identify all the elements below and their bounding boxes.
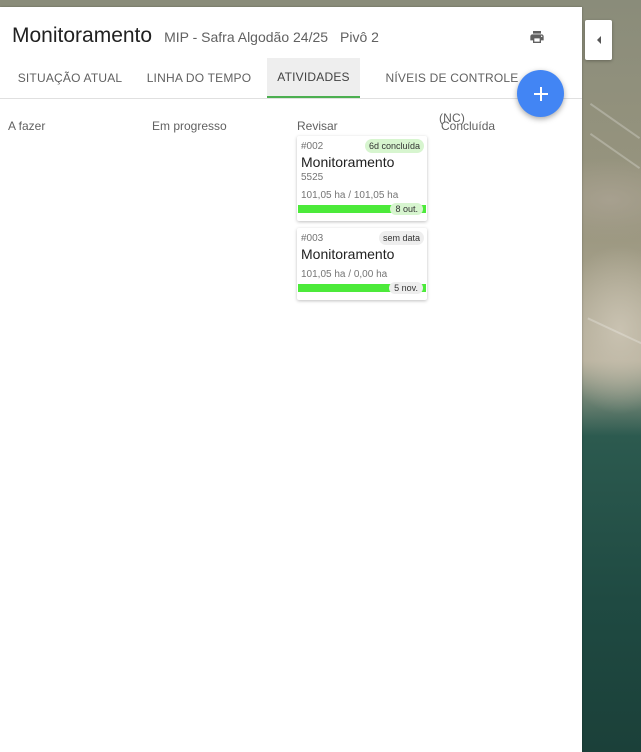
column-header-revisar: Revisar <box>297 119 338 133</box>
activity-card[interactable]: #003 sem data Monitoramento 101,05 ha / … <box>297 228 427 300</box>
pivot-label: Pivô 2 <box>340 29 379 45</box>
tab-situacao-atual[interactable]: SITUAÇÃO ATUAL <box>10 58 130 98</box>
map-field-line <box>589 102 641 140</box>
due-date-badge: 8 out. <box>390 203 423 215</box>
column-header-em-progresso: Em progresso <box>152 119 227 133</box>
tab-linha-do-tempo[interactable]: LINHA DO TEMPO <box>139 58 259 98</box>
tab-niveis-de-controle[interactable]: NÍVEIS DE CONTROLE (NC) <box>372 58 532 125</box>
add-activity-button[interactable] <box>517 70 564 117</box>
activity-area: 101,05 ha / 0,00 ha <box>301 269 388 280</box>
activity-area: 101,05 ha / 101,05 ha <box>301 190 399 201</box>
activity-card[interactable]: #002 6d concluída Monitoramento 5525 101… <box>297 136 427 221</box>
status-badge: sem data <box>378 231 424 245</box>
print-button[interactable] <box>525 25 549 49</box>
activity-title: Monitoramento <box>301 246 395 262</box>
crop-season-label: MIP - Safra Algodão 24/25 <box>164 29 329 45</box>
map-field-line <box>587 317 641 345</box>
column-header-concluida: Concluída <box>441 119 496 133</box>
chevron-left-icon <box>596 36 601 44</box>
map-field-line <box>589 132 641 170</box>
tab-atividades[interactable]: ATIVIDADES <box>267 58 360 98</box>
activity-title: Monitoramento <box>301 154 395 170</box>
panel-header: Monitoramento MIP - Safra Algodão 24/25 … <box>12 24 379 48</box>
status-badge: 6d concluída <box>364 139 424 153</box>
collapse-panel-button[interactable] <box>585 20 612 60</box>
due-date-badge: 5 nov. <box>389 282 423 294</box>
activity-id: #003 <box>301 233 324 244</box>
page-title: Monitoramento <box>12 24 153 47</box>
tab-bar: SITUAÇÃO ATUAL LINHA DO TEMPO ATIVIDADES… <box>0 58 582 125</box>
activity-code: 5525 <box>301 172 324 183</box>
column-header-a-fazer: A fazer <box>8 119 46 133</box>
activity-panel: Monitoramento MIP - Safra Algodão 24/25 … <box>0 7 582 752</box>
activity-id: #002 <box>301 141 324 152</box>
plus-icon <box>533 86 548 101</box>
printer-icon <box>530 31 544 43</box>
